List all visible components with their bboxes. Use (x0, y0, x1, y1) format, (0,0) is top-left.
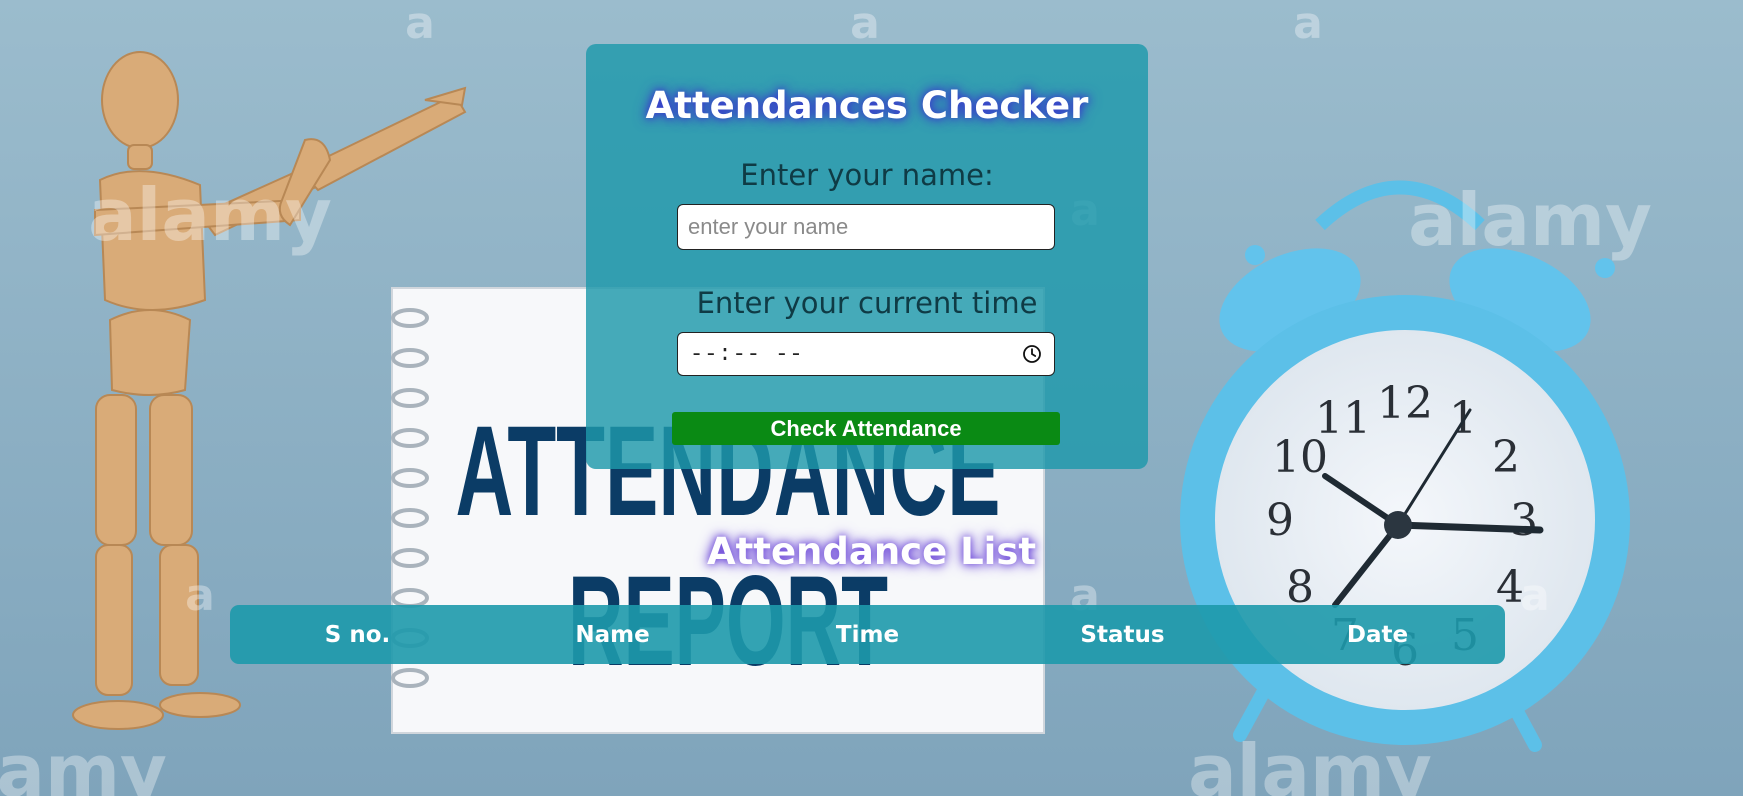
svg-text:12: 12 (1377, 378, 1433, 429)
name-label: Enter your name: (740, 158, 994, 192)
attendance-form-card: Attendances Checker Enter your name: Ent… (586, 44, 1148, 469)
clock-icon[interactable] (1022, 344, 1042, 364)
attendance-list-title: Attendance List (706, 530, 1037, 573)
time-value: --:-- -- (690, 341, 804, 367)
time-input[interactable]: --:-- -- (677, 332, 1055, 376)
svg-text:alamy: alamy (88, 173, 332, 257)
svg-text:11: 11 (1315, 393, 1371, 444)
svg-text:a: a (850, 0, 880, 49)
svg-text:alamy: alamy (1408, 178, 1652, 262)
column-header-status: Status (1080, 621, 1165, 648)
svg-text:2: 2 (1492, 432, 1520, 483)
column-header-sno: S no. (324, 621, 391, 648)
attendance-table-header: S no. Name Time Status Date (230, 605, 1505, 664)
column-header-date: Date (1346, 621, 1409, 648)
name-input[interactable] (677, 204, 1055, 250)
svg-text:a: a (1293, 0, 1323, 49)
check-attendance-button[interactable]: Check Attendance (672, 412, 1060, 445)
svg-text:a: a (1520, 570, 1550, 621)
svg-text:a: a (405, 0, 435, 49)
svg-text:alamy: alamy (1188, 729, 1432, 796)
time-label: Enter your current time (696, 286, 1038, 320)
column-header-time: Time (835, 621, 900, 648)
svg-text:alamy: alamy (0, 729, 167, 796)
svg-text:a: a (185, 570, 215, 621)
form-title: Attendances Checker (645, 84, 1089, 127)
column-header-name: Name (575, 621, 650, 648)
